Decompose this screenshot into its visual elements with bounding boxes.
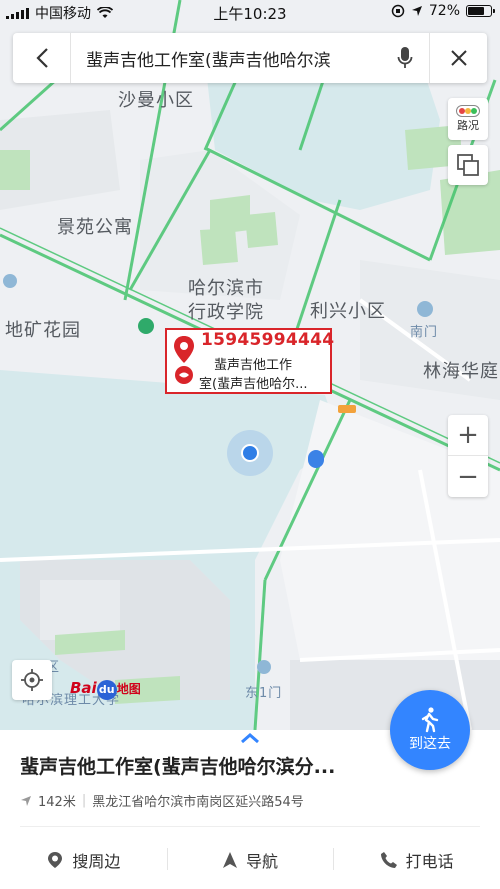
call-button[interactable]: 打电话 bbox=[333, 840, 500, 880]
layers-icon bbox=[457, 154, 479, 176]
locate-me-button[interactable] bbox=[12, 660, 52, 700]
map-label-admin-college-2[interactable]: 行政学院 bbox=[188, 298, 264, 324]
map-label-dongyimen[interactable]: 东1门 bbox=[245, 682, 282, 701]
search-input[interactable]: 蜚声吉他工作室(蜚声吉他哈尔滨 bbox=[71, 46, 381, 71]
zoom-control: + − bbox=[448, 415, 488, 497]
map-label-jingyuan[interactable]: 景苑公寓 bbox=[57, 213, 133, 239]
zoom-out-button[interactable]: − bbox=[448, 456, 488, 497]
traffic-light-icon bbox=[456, 105, 480, 117]
map-view[interactable]: 沙曼小区 景苑公寓 哈尔滨市 行政学院 利兴小区 地矿花园 南门 林海华庭 东1… bbox=[0, 0, 500, 730]
logo-map: 地图 bbox=[116, 682, 141, 696]
microphone-icon bbox=[397, 47, 413, 68]
navigation-icon bbox=[223, 852, 237, 868]
map-label-dikuang[interactable]: 地矿花园 bbox=[5, 316, 81, 342]
map-label-admin-college-1[interactable]: 哈尔滨市 bbox=[188, 274, 264, 300]
baidu-map-logo: Bai du 地图 bbox=[70, 679, 141, 700]
voice-search-button[interactable] bbox=[381, 33, 429, 83]
traffic-toggle-button[interactable]: 路况 bbox=[448, 98, 488, 140]
back-button[interactable] bbox=[13, 33, 71, 83]
map-label-lixing[interactable]: 利兴小区 bbox=[310, 297, 386, 323]
distance-arrow-icon bbox=[21, 795, 31, 806]
callout-phone: 15945994444 bbox=[201, 330, 335, 350]
battery-icon bbox=[466, 5, 495, 17]
action-bar: 搜周边 导航 打电话 bbox=[0, 840, 500, 880]
phone-icon bbox=[380, 852, 397, 868]
chevron-left-icon bbox=[35, 48, 48, 68]
callout-name-line1: 蜚声吉他工作 bbox=[214, 358, 293, 373]
crosshair-icon bbox=[21, 669, 43, 691]
location-arrow-icon bbox=[411, 6, 422, 16]
my-location-marker bbox=[227, 430, 273, 476]
call-label: 打电话 bbox=[405, 852, 454, 871]
go-here-button[interactable]: 到这去 bbox=[390, 690, 470, 770]
battery-percent: 72% bbox=[428, 3, 460, 19]
search-nearby-icon bbox=[48, 852, 63, 868]
orientation-lock-icon bbox=[391, 4, 405, 18]
logo-du: du bbox=[96, 680, 117, 700]
place-address: 黑龙江省哈尔滨市南岗区延兴路54号 bbox=[92, 795, 304, 810]
map-label-nanmen[interactable]: 南门 bbox=[410, 321, 438, 340]
location-pin-icon bbox=[174, 336, 194, 384]
go-here-label: 到这去 bbox=[409, 736, 451, 752]
sheet-divider bbox=[20, 826, 480, 827]
map-label-shaman[interactable]: 沙曼小区 bbox=[118, 86, 194, 112]
place-distance: 142米 bbox=[38, 795, 76, 810]
place-callout[interactable]: 15945994444 蜚声吉他工作 室(蜚声吉他哈尔... bbox=[165, 328, 335, 394]
layers-button[interactable] bbox=[448, 145, 488, 185]
close-icon bbox=[450, 50, 467, 66]
navigation-button[interactable]: 导航 bbox=[166, 840, 334, 880]
logo-bai: Bai bbox=[70, 679, 97, 697]
navigation-label: 导航 bbox=[246, 852, 279, 871]
status-bar: 中国移动 上午10:23 72% bbox=[0, 0, 500, 24]
place-meta: 142米 | 黑龙江省哈尔滨市南岗区延兴路54号 bbox=[20, 791, 304, 810]
map-label-linhai[interactable]: 林海华庭 bbox=[423, 357, 499, 383]
walking-person-icon bbox=[421, 707, 439, 733]
traffic-label: 路况 bbox=[457, 119, 479, 132]
close-button[interactable] bbox=[429, 33, 487, 83]
search-nearby-label: 搜周边 bbox=[72, 852, 121, 871]
meta-separator: | bbox=[81, 793, 87, 808]
search-bar: 蜚声吉他工作室(蜚声吉他哈尔滨 bbox=[13, 33, 487, 83]
chevron-up-icon[interactable] bbox=[240, 732, 260, 744]
search-nearby-button[interactable]: 搜周边 bbox=[0, 840, 167, 880]
zoom-in-button[interactable]: + bbox=[448, 415, 488, 456]
place-title[interactable]: 蜚声吉他工作室(蜚声吉他哈尔滨分... bbox=[20, 752, 335, 779]
my-location-dot bbox=[241, 444, 259, 462]
callout-name-line2: 室(蜚声吉他哈尔... bbox=[199, 377, 308, 392]
